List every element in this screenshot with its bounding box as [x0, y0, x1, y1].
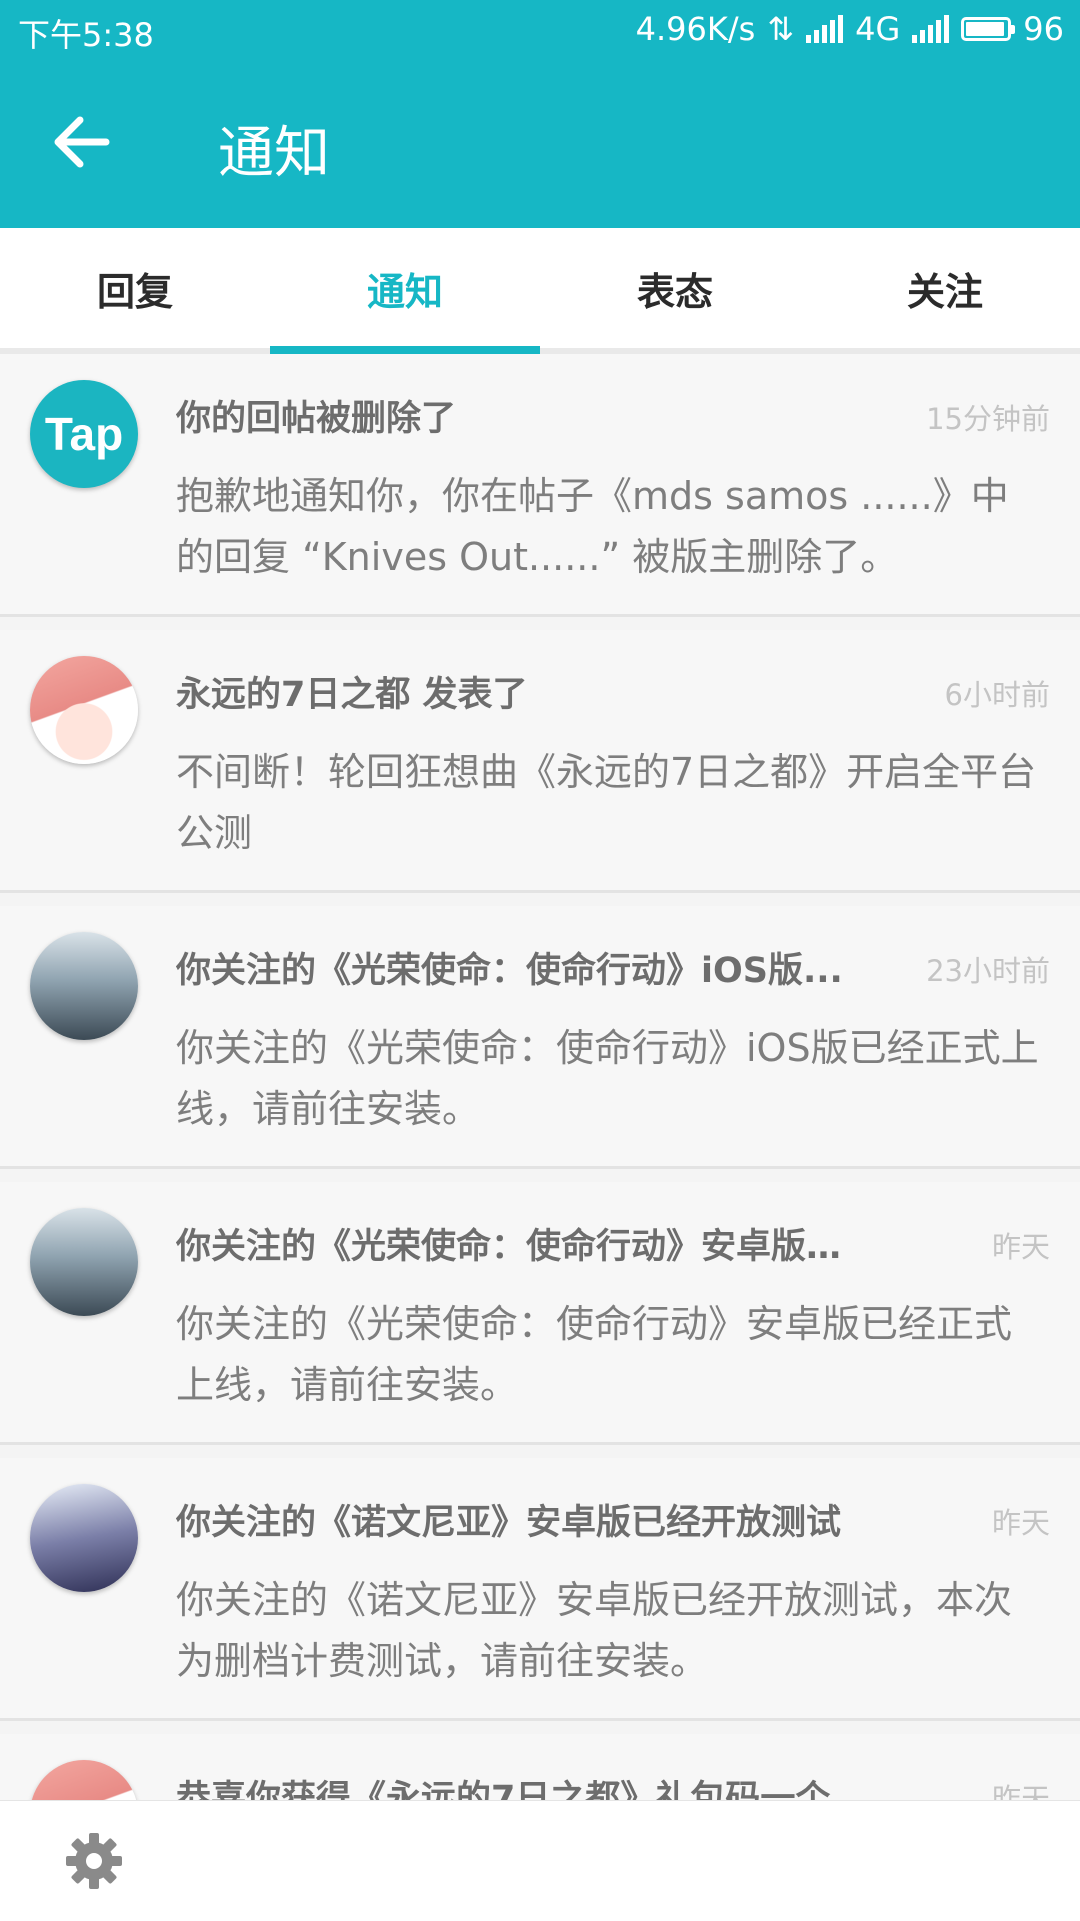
- list-item[interactable]: 永远的7日之都 发表了 6小时前 不间断！轮回狂想曲《永远的7日之都》开启全平台…: [0, 630, 1080, 893]
- app-bar: 下午5:38 4.96K/s ⇅ 4G 96 通知: [0, 0, 1080, 228]
- item-title: 你的回帖被删除了: [176, 399, 457, 439]
- gear-icon: [66, 1833, 122, 1889]
- settings-button[interactable]: [62, 1829, 126, 1893]
- item-title: 你关注的《光荣使命：使命行动》安卓版已经...: [176, 1227, 876, 1267]
- tab-reactions[interactable]: 表态: [540, 228, 810, 348]
- item-time: 昨天: [991, 1230, 1050, 1264]
- data-transfer-icon: ⇅: [767, 10, 795, 48]
- list-item[interactable]: Tap 你的回帖被删除了 15分钟前 抱歉地通知你，你在帖子《mds samos…: [0, 354, 1080, 617]
- status-indicators: 4.96K/s ⇅ 4G 96: [636, 10, 1064, 48]
- avatar[interactable]: [30, 1208, 138, 1316]
- network-speed: 4.96K/s: [635, 10, 756, 48]
- battery-icon: [961, 17, 1016, 41]
- item-time: 昨天: [991, 1782, 1050, 1800]
- signal-icon: [806, 15, 844, 43]
- item-title: 永远的7日之都 发表了: [176, 675, 528, 715]
- status-time: 下午5:38: [18, 16, 154, 54]
- item-body: 你关注的《诺文尼亚》安卓版已经开放测试，本次为删档计费测试，请前往安装。: [176, 1578, 1013, 1683]
- list-item[interactable]: 你关注的《诺文尼亚》安卓版已经开放测试 昨天 你关注的《诺文尼亚》安卓版已经开放…: [0, 1458, 1080, 1721]
- avatar[interactable]: Tap: [30, 380, 138, 488]
- avatar[interactable]: [30, 932, 138, 1040]
- back-button[interactable]: [44, 104, 120, 180]
- item-time: 昨天: [991, 1506, 1050, 1540]
- status-bar: 下午5:38 4.96K/s ⇅ 4G 96: [0, 0, 1080, 62]
- item-body: 你关注的《光荣使命：使命行动》安卓版已经正式上线，请前往安装。: [176, 1302, 1013, 1407]
- item-time: 23小时前: [926, 954, 1050, 988]
- item-title: 恭喜你获得《永远的7日之都》礼包码一个: [176, 1779, 831, 1800]
- tab-replies[interactable]: 回复: [0, 228, 270, 348]
- tap-logo-text: Tap: [44, 408, 124, 460]
- item-time: 6小时前: [944, 678, 1050, 712]
- list-item[interactable]: 恭喜你获得《永远的7日之都》礼包码一个 昨天: [0, 1734, 1080, 1800]
- tab-bar: 回复 通知 表态 关注: [0, 228, 1080, 354]
- bottom-bar: [0, 1800, 1080, 1921]
- item-body: 不间断！轮回狂想曲《永远的7日之都》开启全平台公测: [176, 750, 1037, 855]
- notification-list: Tap 你的回帖被删除了 15分钟前 抱歉地通知你，你在帖子《mds samos…: [0, 354, 1080, 1800]
- page-title: 通知: [218, 121, 330, 186]
- avatar[interactable]: [30, 1484, 138, 1592]
- list-item[interactable]: 你关注的《光荣使命：使命行动》安卓版已经... 昨天 你关注的《光荣使命：使命行…: [0, 1182, 1080, 1445]
- list-item[interactable]: 你关注的《光荣使命：使命行动》iOS版... 23小时前 你关注的《光荣使命：使…: [0, 906, 1080, 1169]
- tab-following[interactable]: 关注: [810, 228, 1080, 348]
- item-title: 你关注的《诺文尼亚》安卓版已经开放测试: [176, 1503, 842, 1543]
- item-body: 你关注的《光荣使命：使命行动》iOS版已经正式上线，请前往安装。: [176, 1026, 1039, 1131]
- avatar[interactable]: [30, 656, 138, 764]
- arrow-left-icon: [54, 116, 110, 168]
- battery-level: 96: [1023, 10, 1064, 48]
- item-body: 抱歉地通知你，你在帖子《mds samos ......》中的回复 “Knive…: [176, 474, 1009, 579]
- signal-icon-secondary: [912, 15, 950, 43]
- avatar[interactable]: [30, 1760, 138, 1800]
- tab-notifications[interactable]: 通知: [270, 228, 540, 354]
- item-time: 15分钟前: [926, 402, 1050, 436]
- network-type: 4G: [855, 10, 901, 48]
- item-title: 你关注的《光荣使命：使命行动》iOS版...: [176, 951, 843, 991]
